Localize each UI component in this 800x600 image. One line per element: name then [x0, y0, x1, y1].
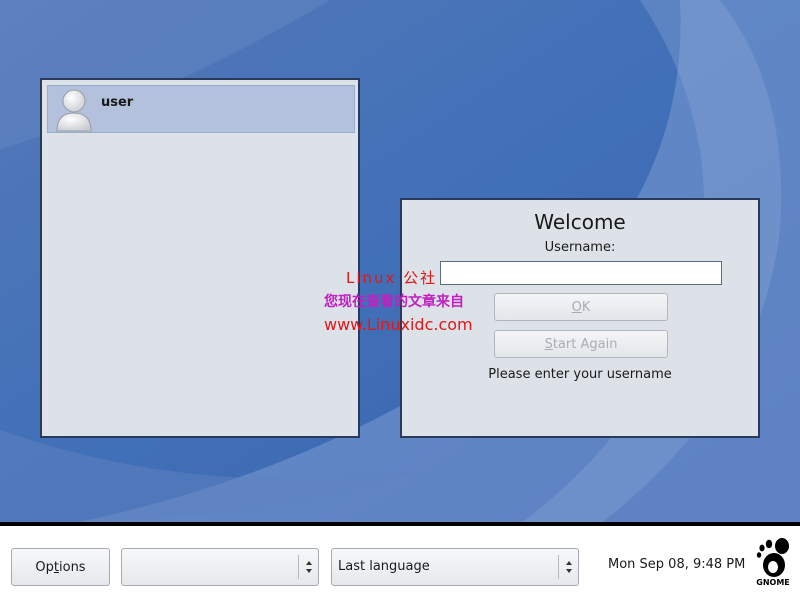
user-avatar-icon — [54, 88, 94, 132]
watermark-line-3: www.Linuxidc.com — [324, 315, 473, 334]
language-select-value: Last language — [338, 559, 430, 574]
session-select[interactable] — [121, 548, 319, 586]
clock: Mon Sep 08, 9:48 PM — [608, 557, 746, 572]
gnome-logo-text: GNOME — [756, 578, 790, 587]
updown-arrow-icon — [564, 556, 574, 578]
combo-divider — [558, 555, 559, 579]
watermark-line-2: 您现在查看的文章来自 — [324, 294, 464, 310]
username-label: Username: — [544, 240, 616, 255]
start-again-mnemonic: S — [544, 336, 553, 352]
ok-label: K — [581, 299, 591, 315]
options-button[interactable]: Op t ions — [11, 548, 110, 586]
ok-button[interactable]: OK — [494, 293, 668, 321]
login-screen: user Welcome Username: OK Start Again Pl… — [0, 0, 800, 600]
user-list-panel[interactable]: user — [40, 78, 360, 438]
user-name: user — [101, 95, 134, 110]
ok-mnemonic: O — [571, 299, 582, 315]
combo-divider — [298, 555, 299, 579]
start-again-label: tart Again — [552, 336, 618, 352]
user-list-item[interactable]: user — [47, 85, 355, 133]
login-hint-text: Please enter your username — [488, 367, 672, 382]
watermark-line-1: Linux 公社 — [346, 269, 438, 287]
updown-arrow-icon — [304, 556, 314, 578]
options-label-start: Op — [35, 559, 54, 575]
welcome-title: Welcome — [534, 210, 626, 234]
start-again-button[interactable]: Start Again — [494, 330, 668, 358]
language-select[interactable]: Last language — [331, 548, 579, 586]
bottom-panel: Op t ions Last language Mon Sep 08, 9:48… — [0, 526, 800, 600]
username-input[interactable] — [440, 261, 722, 285]
options-label-end: ions — [59, 559, 86, 575]
